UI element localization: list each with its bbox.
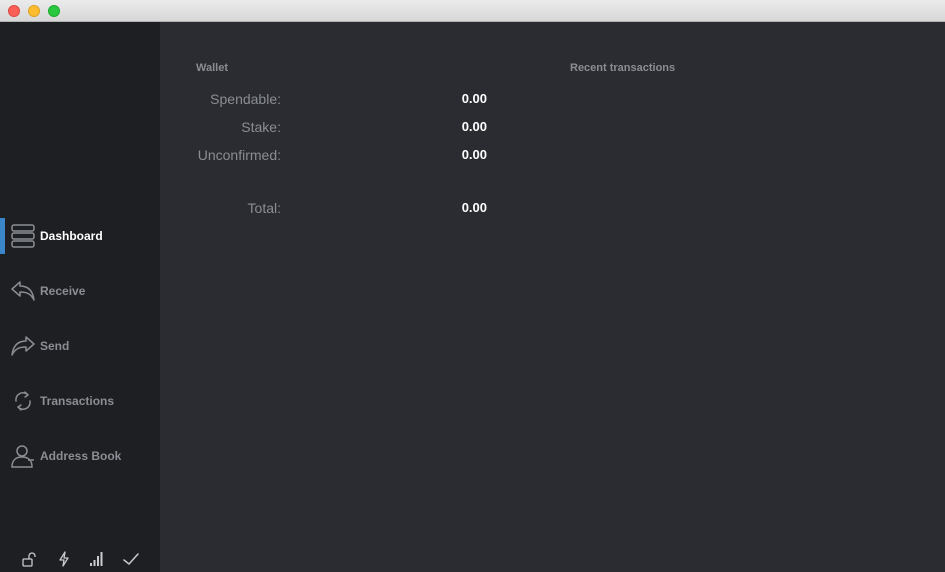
minimize-window-button[interactable] [28, 5, 40, 17]
spendable-label: Spendable: [210, 91, 281, 107]
title-bar [0, 0, 945, 22]
dashboard-main: Wallet Spendable: 0.00 Stake: 0.00 Uncon… [160, 22, 945, 572]
sidebar-item-label: Transactions [40, 394, 115, 408]
wallet-title: Wallet [196, 62, 228, 74]
status-bar [0, 548, 160, 572]
sidebar-item-address-book[interactable]: Address Book [0, 438, 160, 474]
sidebar-item-label: Send [40, 339, 70, 353]
lightning-icon[interactable] [55, 550, 73, 568]
total-label: Total: [247, 200, 281, 216]
maximize-window-button[interactable] [48, 5, 60, 17]
sidebar-item-label: Receive [40, 284, 86, 298]
unconfirmed-value: 0.00 [461, 147, 487, 162]
close-window-button[interactable] [8, 5, 20, 17]
sidebar-item-transactions[interactable]: Transactions [0, 383, 160, 419]
recent-transactions-title: Recent transactions [570, 62, 676, 74]
signal-icon[interactable] [87, 550, 105, 568]
unconfirmed-label: Unconfirmed: [197, 147, 281, 163]
app-window: Dashboard Receive Send Transactions Addr… [0, 0, 945, 572]
checkmark-icon[interactable] [122, 550, 140, 568]
stake-value: 0.00 [461, 119, 487, 134]
sidebar-item-receive[interactable]: Receive [0, 273, 160, 309]
spendable-value: 0.00 [461, 91, 487, 106]
unlock-icon[interactable] [20, 550, 38, 568]
sidebar-item-label: Address Book [40, 449, 122, 463]
total-value: 0.00 [461, 200, 487, 215]
transactions-icon [10, 388, 36, 414]
address-book-icon [10, 443, 36, 469]
dashboard-icon [10, 223, 36, 249]
receive-icon [10, 278, 36, 304]
sidebar-item-label: Dashboard [40, 229, 103, 243]
sidebar: Dashboard Receive Send Transactions Addr… [0, 22, 160, 572]
sidebar-item-dashboard[interactable]: Dashboard [0, 218, 160, 254]
sidebar-item-send[interactable]: Send [0, 328, 160, 364]
send-icon [10, 333, 36, 359]
active-indicator [0, 218, 5, 254]
stake-label: Stake: [241, 119, 281, 135]
